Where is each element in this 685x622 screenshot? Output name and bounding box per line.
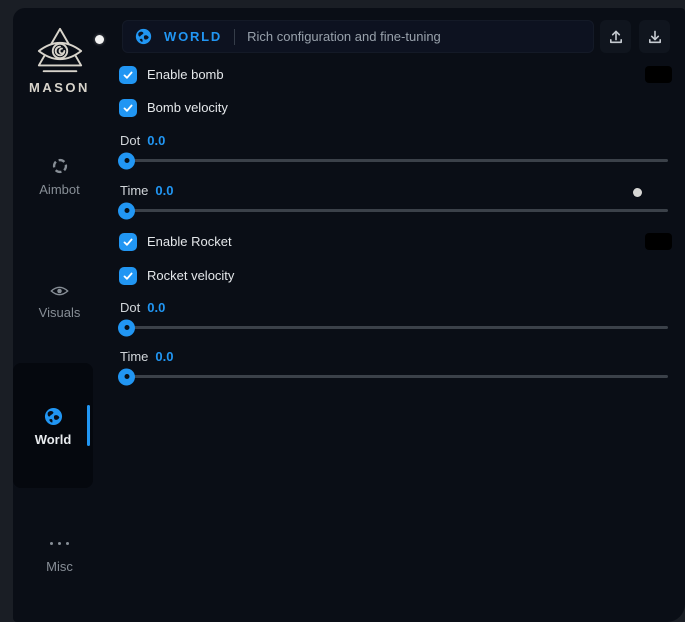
setting-row-enable-rocket: Enable Rocket xyxy=(119,232,672,251)
mason-menu-window: MASON Aimbot Visuals World Misc xyxy=(13,8,685,622)
slider-value: 0.0 xyxy=(155,183,173,199)
bomb-color-swatch[interactable] xyxy=(645,66,672,83)
slider-thumb[interactable] xyxy=(118,152,135,169)
checkbox-label: Enable bomb xyxy=(147,67,224,82)
check-icon xyxy=(122,236,134,248)
slider-track[interactable] xyxy=(120,375,668,378)
rocket-velocity-checkbox[interactable] xyxy=(119,267,137,285)
upload-icon xyxy=(608,29,624,45)
slider-thumb[interactable] xyxy=(118,202,135,219)
check-icon xyxy=(122,102,134,114)
sidebar-item-label: World xyxy=(35,432,72,447)
slider-track[interactable] xyxy=(120,209,668,212)
bomb-velocity-checkbox[interactable] xyxy=(119,99,137,117)
checkbox-label: Enable Rocket xyxy=(147,234,232,249)
cursor-dot xyxy=(633,188,642,197)
rocket-dot-slider-group: Dot 0.0 xyxy=(120,300,668,329)
all-seeing-eye-icon xyxy=(31,26,89,76)
setting-row-rocket-velocity: Rocket velocity xyxy=(119,266,672,285)
slider-value: 0.0 xyxy=(155,349,173,365)
checkbox-label: Bomb velocity xyxy=(147,100,228,115)
setting-row-enable-bomb: Enable bomb xyxy=(119,65,672,84)
active-tab-indicator xyxy=(87,405,90,446)
setting-row-bomb-velocity: Bomb velocity xyxy=(119,98,672,117)
enable-bomb-checkbox[interactable] xyxy=(119,66,137,84)
checkbox-label: Rocket velocity xyxy=(147,268,234,283)
sidebar-item-world[interactable]: World xyxy=(13,363,93,488)
slider-label: Time xyxy=(120,349,148,365)
header-divider xyxy=(234,29,235,45)
check-icon xyxy=(122,270,134,282)
slider-value: 0.0 xyxy=(147,300,165,316)
slider-track[interactable] xyxy=(120,159,668,162)
crosshair-icon xyxy=(51,157,69,175)
app-title: MASON xyxy=(13,80,106,95)
eye-icon xyxy=(50,284,69,298)
check-icon xyxy=(122,69,134,81)
enable-rocket-checkbox[interactable] xyxy=(119,233,137,251)
slider-thumb[interactable] xyxy=(118,319,135,336)
bomb-dot-slider-group: Dot 0.0 xyxy=(120,133,668,162)
page-title: WORLD xyxy=(164,29,222,44)
globe-icon xyxy=(44,407,63,426)
slider-thumb[interactable] xyxy=(118,368,135,385)
upload-config-button[interactable] xyxy=(600,20,631,53)
rocket-color-swatch[interactable] xyxy=(645,233,672,250)
sidebar-item-label: Visuals xyxy=(39,305,81,320)
rocket-time-slider-group: Time 0.0 xyxy=(120,349,668,378)
globe-icon xyxy=(135,28,152,45)
sidebar-item-label: Misc xyxy=(46,559,73,574)
slider-label: Time xyxy=(120,183,148,199)
sidebar-item-visuals[interactable]: Visuals xyxy=(13,284,106,320)
cursor-dot xyxy=(95,35,104,44)
page-subtitle: Rich configuration and fine-tuning xyxy=(247,29,441,44)
slider-label: Dot xyxy=(120,133,140,149)
header-bar: WORLD Rich configuration and fine-tuning xyxy=(122,20,594,53)
sidebar-item-aimbot[interactable]: Aimbot xyxy=(13,157,106,197)
bomb-time-slider-group: Time 0.0 xyxy=(120,183,668,212)
sidebar-item-misc[interactable]: Misc xyxy=(13,535,106,574)
download-icon xyxy=(647,29,663,45)
slider-label: Dot xyxy=(120,300,140,316)
ellipsis-icon xyxy=(50,535,69,552)
slider-value: 0.0 xyxy=(147,133,165,149)
slider-track[interactable] xyxy=(120,326,668,329)
download-config-button[interactable] xyxy=(639,20,670,53)
app-logo: MASON xyxy=(13,26,106,95)
sidebar-item-label: Aimbot xyxy=(39,182,79,197)
